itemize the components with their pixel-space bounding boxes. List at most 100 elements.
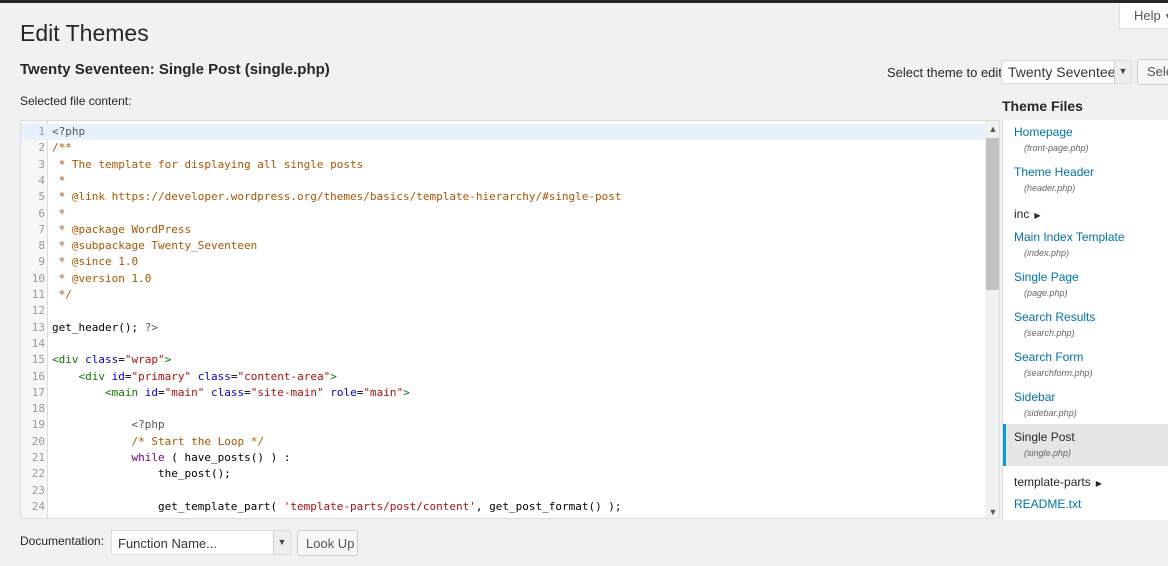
triangle-right-icon: ▶ (1095, 479, 1102, 488)
scroll-up-icon[interactable]: ▲ (985, 121, 999, 137)
theme-select[interactable]: Twenty Seventeen ▼ (1001, 60, 1132, 84)
code-line[interactable]: 2 /** (21, 140, 985, 156)
code-text: * @subpackage Twenty_Seventeen (52, 238, 258, 254)
code-token: * @link https://developer.wordpress.org/… (52, 190, 622, 204)
scroll-down-icon[interactable]: ▼ (985, 504, 999, 518)
code-line[interactable]: 12 (21, 303, 985, 319)
code-token: "wrap" (124, 353, 165, 367)
code-line[interactable]: 16 <div id="primary" class="content-area… (21, 369, 985, 385)
file-name: Sidebar (1014, 390, 1056, 404)
code-text: /** (52, 140, 72, 156)
help-tab-button[interactable]: Help▼ (1119, 3, 1168, 29)
code-line[interactable]: 9 * @since 1.0 (21, 254, 985, 270)
file-name: template-parts ▶ (1014, 475, 1102, 489)
code-line[interactable]: 17 <main id="main" class="site-main" rol… (21, 385, 985, 401)
code-token: while (131, 451, 165, 464)
code-editor[interactable]: 1 <?php 2 /** 3 * The template for displayin… (20, 120, 1000, 519)
folder-inc[interactable]: inc ▶ (1003, 206, 1168, 226)
code-line[interactable]: 19 <?php (21, 417, 985, 433)
code-token: <?php (52, 125, 86, 138)
code-text: /* Start the Loop */ (52, 434, 264, 450)
code-token: * The template for displaying all single… (52, 157, 364, 171)
code-token: "content-area" (237, 369, 331, 383)
line-number: 7 (38, 222, 45, 236)
line-number: 24 (31, 499, 45, 513)
line-number: 19 (31, 418, 45, 432)
code-token: = (157, 385, 165, 399)
file-item-single-post[interactable]: Single Post (single.php) (1003, 424, 1168, 466)
file-item-search-form[interactable]: Search Form (searchform.php) (1003, 349, 1168, 387)
code-text: * @since 1.0 (52, 254, 138, 270)
file-item-homepage[interactable]: Homepage (front-page.php) (1003, 124, 1168, 162)
line-number: 11 (31, 288, 45, 301)
code-line[interactable]: 21 while ( have_posts() ) : (21, 450, 985, 466)
line-number: 15 (31, 353, 45, 367)
line-number: 16 (31, 369, 45, 383)
line-number: 6 (38, 206, 45, 220)
file-item-main-index-template[interactable]: Main Index Template (index.php) (1003, 229, 1168, 267)
code-token: /* Start the Loop */ (131, 434, 264, 448)
code-line[interactable]: 11 */ (21, 287, 985, 303)
code-line[interactable]: 14 (21, 336, 985, 352)
file-item-search-results[interactable]: Search Results (search.php) (1003, 309, 1168, 347)
code-line[interactable]: 8 * @subpackage Twenty_Seventeen (21, 238, 985, 254)
folder-template-parts[interactable]: template-parts ▶ (1003, 474, 1168, 494)
code-token: <?php (131, 418, 165, 432)
file-path: (searchform.php) (1024, 368, 1093, 378)
code-token: id (111, 369, 125, 383)
code-line[interactable]: 18 (21, 401, 985, 417)
code-line[interactable]: 15 <div class="wrap"> (21, 352, 985, 368)
code-line[interactable]: 6 * (21, 206, 985, 222)
code-token: <div (52, 353, 86, 367)
file-item-theme-header[interactable]: Theme Header (header.php) (1003, 164, 1168, 202)
line-number: 23 (31, 483, 45, 497)
code-line[interactable]: 5 * @link https://developer.wordpress.or… (21, 189, 985, 205)
chevron-down-icon: ▼ (1164, 12, 1168, 23)
look-up-button[interactable]: Look Up (297, 530, 358, 556)
editor-scrollbar[interactable]: ▲ ▼ (985, 121, 999, 518)
code-text: while ( have_posts() ) : (52, 450, 290, 466)
code-token: "main" (164, 385, 205, 399)
code-line[interactable]: 3 * The template for displaying all sing… (21, 157, 985, 173)
code-text: * The template for displaying all single… (52, 157, 364, 173)
code-token: * @package WordPress (52, 222, 192, 236)
line-number: 10 (31, 271, 45, 285)
code-line[interactable]: 20 /* Start the Loop */ (21, 434, 985, 450)
file-name: README.txt (1014, 497, 1082, 511)
code-token: */ (52, 288, 72, 301)
file-item-readme-txt[interactable]: README.txt (1003, 496, 1168, 516)
code-text: get_header(); ?> (52, 320, 158, 336)
function-name-select[interactable]: Function Name... ▼ (111, 530, 291, 555)
file-item-sidebar[interactable]: Sidebar (sidebar.php) (1003, 389, 1168, 427)
code-line[interactable]: 13 get_header(); ?> (21, 320, 985, 336)
file-item-single-page[interactable]: Single Page (page.php) (1003, 269, 1168, 307)
line-number: 8 (38, 239, 45, 253)
code-line[interactable]: 10 * @version 1.0 (21, 271, 985, 287)
code-line[interactable]: 22 the_post(); (21, 466, 985, 482)
scrollbar-thumb[interactable] (986, 138, 999, 290)
code-text: */ (52, 287, 72, 303)
line-number: 20 (31, 434, 45, 448)
documentation-label: Documentation: (20, 534, 105, 548)
file-name: Search Form (1014, 350, 1084, 364)
file-path: (front-page.php) (1024, 143, 1089, 153)
select-theme-button[interactable]: Select (1137, 59, 1168, 85)
code-text: * @package WordPress (52, 222, 191, 238)
code-token: <main (104, 385, 145, 399)
file-name: Homepage (1014, 125, 1073, 139)
code-token: * @version 1.0 (52, 271, 152, 285)
code-token: ( have_posts() ) : (164, 451, 291, 464)
code-line[interactable]: 4 * (21, 173, 985, 189)
code-token: , get_post_format() ); (475, 499, 622, 513)
code-token: get_template_part( (52, 499, 284, 513)
line-number: 1 (38, 125, 45, 138)
code-line[interactable]: 7 * @package WordPress (21, 222, 985, 238)
code-token: ?> (144, 320, 158, 334)
code-line[interactable]: 24 get_template_part( 'template-parts/po… (21, 499, 985, 515)
code-token: /** (52, 141, 72, 155)
code-line[interactable]: 23 (21, 483, 985, 499)
code-line[interactable]: 1 <?php (21, 124, 985, 140)
chevron-down-icon: ▼ (1114, 61, 1131, 83)
